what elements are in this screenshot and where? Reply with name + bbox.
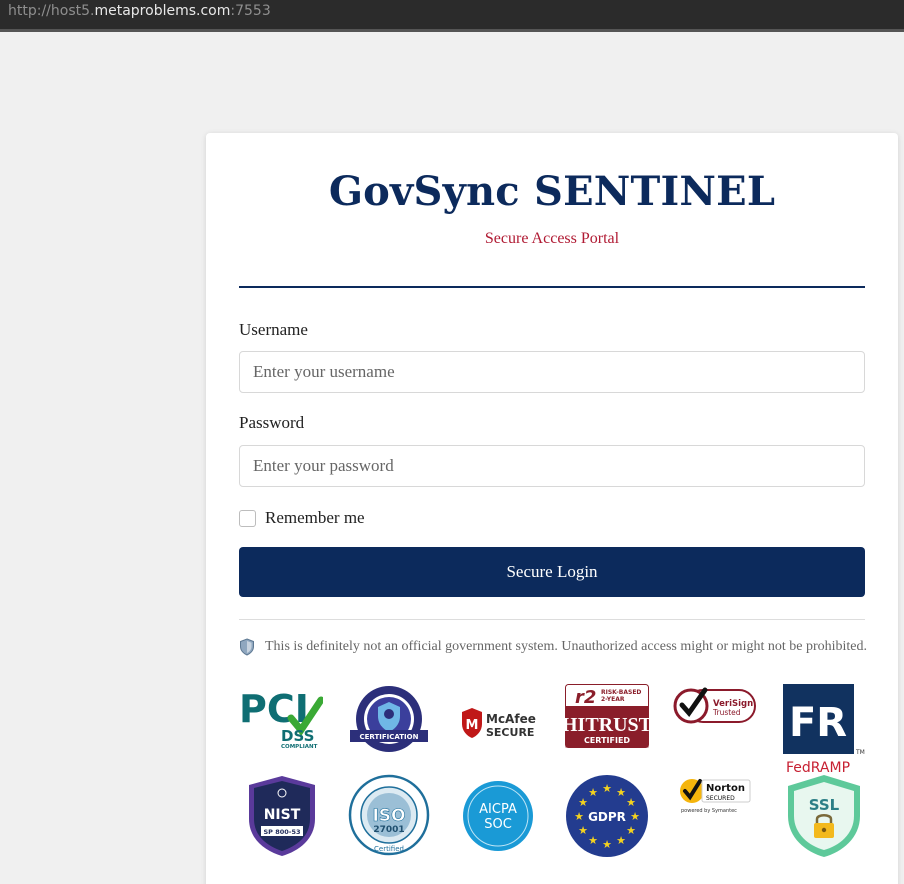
url-port: :7553 [230,3,271,19]
iso-seal-icon: ISO 27001 Certified [348,774,430,856]
nist-badge: NIST SP 800-53 [247,775,317,857]
svg-text:★: ★ [588,834,598,847]
norton-line1: Norton [706,783,745,794]
hitrust-badge-icon: r2 RISK-BASED 2-YEAR HITRUST CERTIFIED [565,684,649,748]
disclaimer: This is definitely not an official gover… [239,638,869,656]
page-title-wrap: GovSync SENTINEL [206,168,898,215]
ssl-label: SSL [809,796,840,814]
header-divider [239,286,865,288]
mcafee-shield-icon: M McAfee SECURE [462,708,536,739]
username-input[interactable] [239,351,865,393]
iso-bottom: Certified [374,845,404,853]
url-host: metaproblems.com [94,3,231,19]
fedramp-tm: TM [855,749,865,756]
page-title: GovSync SENTINEL [328,168,776,215]
fedramp-logo-icon: FR TM FedRAMP [783,684,865,776]
hitrust-badge: r2 RISK-BASED 2-YEAR HITRUST CERTIFIED [565,684,649,748]
verisign-badge: VeriSign Trusted [673,684,757,726]
disclaimer-text: This is definitely not an official gover… [265,639,867,654]
nist-main: NIST [264,807,301,823]
secure-login-button[interactable]: Secure Login [239,547,865,597]
norton-line3: powered by Symantec [681,808,737,814]
pci-dss-badge: PCI DSS COMPLIANT [239,684,323,750]
aicpa-line2: SOC [484,817,512,832]
svg-text:★: ★ [602,782,612,795]
iso-badge: ISO 27001 Certified [348,774,430,856]
svg-text:★: ★ [626,824,636,837]
svg-text:★: ★ [602,838,612,851]
norton-check-icon: Norton SECURED powered by Symantec [680,779,751,814]
gdpr-stars-icon: ★ ★★ ★★★ ★★★ ★★★ GDPR [566,775,648,857]
hitrust-side1: RISK-BASED [601,689,641,696]
mcafee-line1: McAfee [486,712,536,726]
url-scheme: http://host5. [8,3,95,19]
ssl-badge: SSL [786,774,862,858]
nist-shield-icon: NIST SP 800-53 [249,776,315,856]
form-divider [239,619,865,620]
svg-text:★: ★ [578,824,588,837]
aicpa-soc-badge: AICPA SOC [462,780,534,852]
svg-text:M: M [466,718,479,733]
url-text[interactable]: http://host5.metaproblems.com:7553 [8,3,271,19]
gdpr-label: GDPR [588,810,626,824]
svg-text:★: ★ [588,786,598,799]
remember-me-label[interactable]: Remember me [265,508,365,528]
gdpr-badge: ★ ★ ★ ★ ★ ★ ★ ★ ★ ★ ★ ★ GDPR [565,774,649,858]
pci-dss-logo-icon: PCI DSS COMPLIANT [239,687,323,750]
svg-text:★: ★ [578,796,588,809]
norton-line2: SECURED [706,795,735,802]
fedramp-logo: FR [789,700,847,746]
pci-small-text: COMPLIANT [281,744,318,750]
nist-sub: SP 800-53 [263,828,300,836]
remember-me-checkbox[interactable] [239,509,256,527]
fedramp-badge: FR TM FedRAMP [782,684,866,776]
password-input[interactable] [239,445,865,487]
cmmc-label: CERTIFICATION [360,733,419,741]
ssl-lock-icon: SSL [788,775,860,857]
svg-text:★: ★ [626,796,636,809]
svg-text:★: ★ [574,810,584,823]
hitrust-sub: CERTIFIED [584,736,630,745]
mcafee-line2: SECURE [486,726,534,739]
password-label: Password [239,413,305,432]
username-label: Username [239,320,308,339]
iso-main: ISO [372,806,405,826]
mcafee-badge: M McAfee SECURE [460,706,538,740]
shield-icon [240,638,254,656]
aicpa-line1: AICPA [479,802,517,817]
verisign-check-icon: VeriSign Trusted [673,687,756,724]
verisign-line2: Trusted [712,708,741,717]
svg-text:★: ★ [630,810,640,823]
hitrust-r2: r2 [575,687,596,708]
hitrust-side2: 2-YEAR [601,696,625,703]
remember-me[interactable]: Remember me [239,508,365,528]
page-subtitle: Secure Access Portal [484,230,620,247]
cmmc-badge: CERTIFICATION [348,684,430,754]
hitrust-main: HITRUST [565,714,649,736]
aicpa-soc-seal-icon: AICPA SOC [463,781,533,851]
cmmc-seal-icon: CERTIFICATION [350,686,428,752]
norton-badge: Norton SECURED powered by Symantec [678,775,754,817]
browser-url-bar[interactable]: http://host5.metaproblems.com:7553 [0,0,904,32]
pci-sub-text: DSS [281,727,314,745]
svg-text:★: ★ [616,834,626,847]
iso-num: 27001 [373,825,404,835]
svg-text:★: ★ [616,786,626,799]
